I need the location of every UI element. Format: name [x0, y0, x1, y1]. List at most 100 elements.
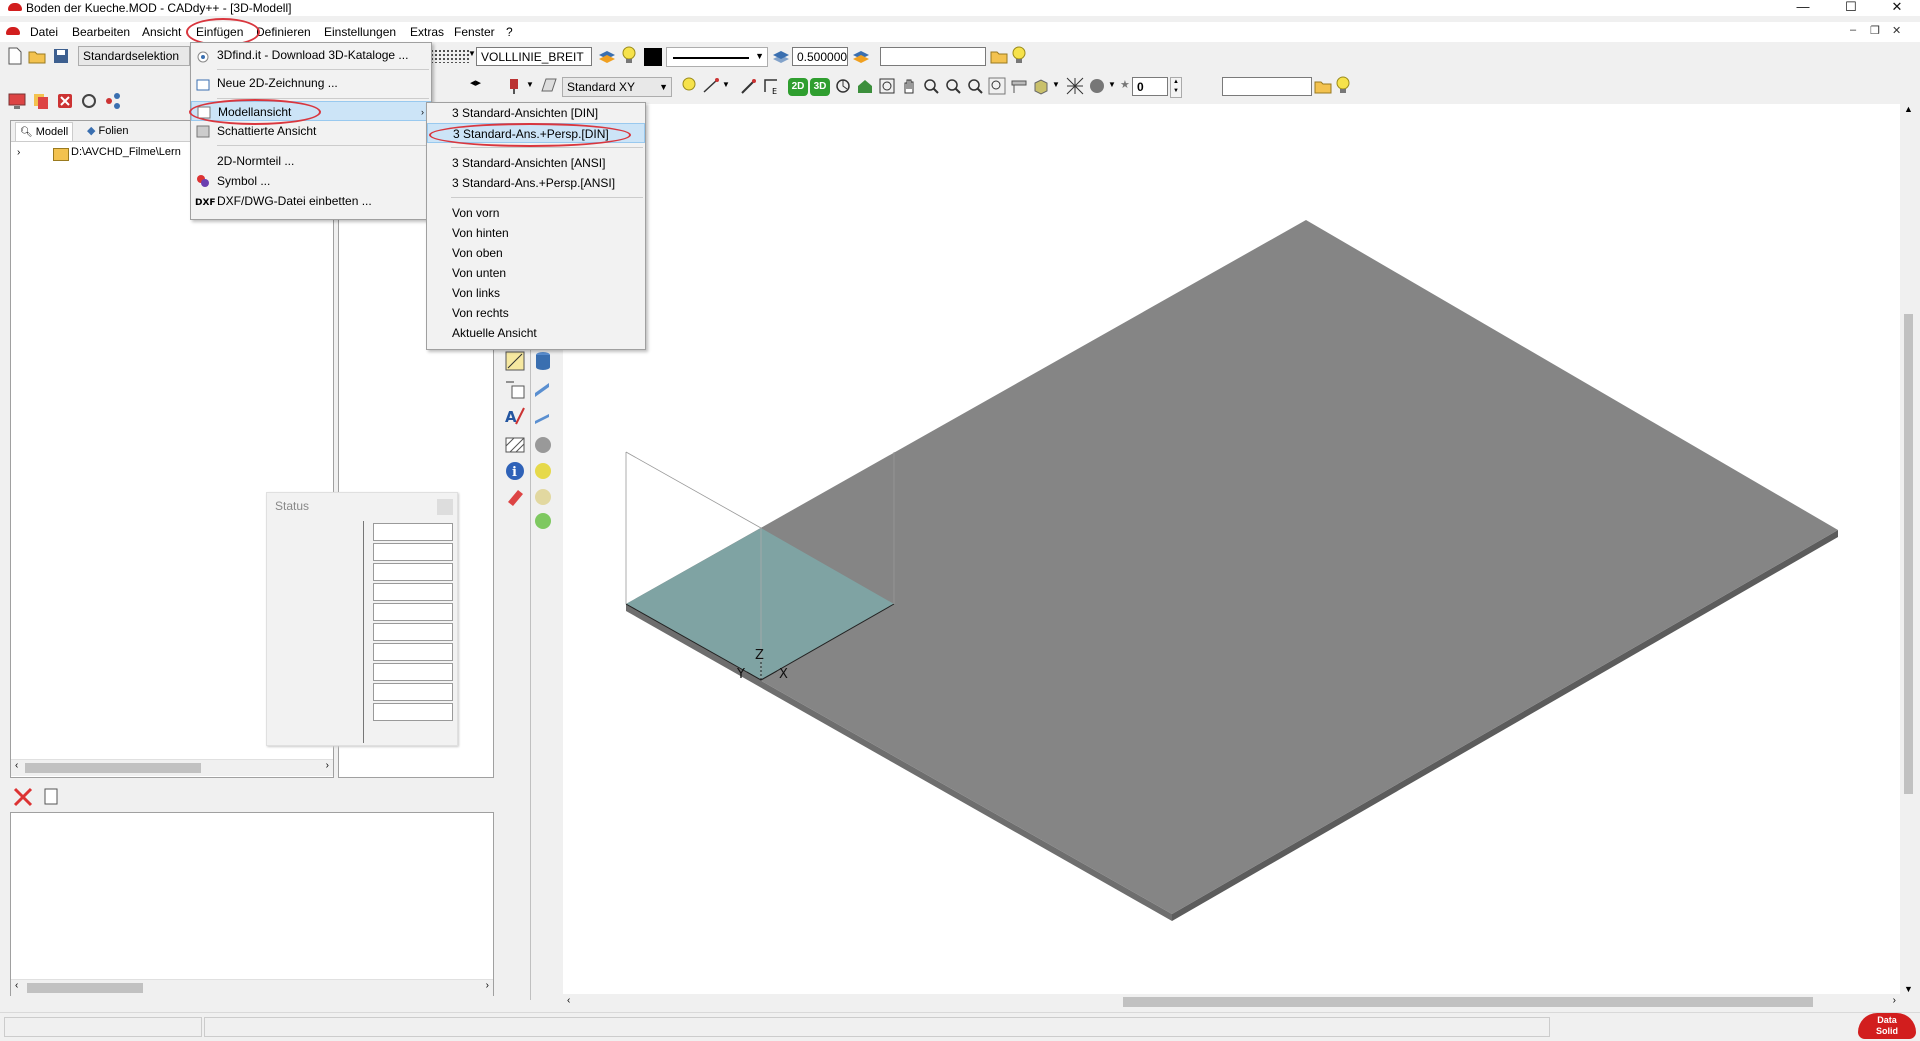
menu-item-2d-normteil[interactable]: 2D-Normteil ...	[191, 151, 431, 171]
status-close-button[interactable]	[437, 499, 453, 515]
chevron-down-icon[interactable]: ▼	[1052, 80, 1060, 89]
menu-item-symbol[interactable]: Symbol ...	[191, 171, 431, 191]
pen-icon[interactable]	[740, 77, 758, 95]
sphere-yellow-icon[interactable]	[532, 460, 556, 482]
menu-bearbeiten[interactable]: Bearbeiten	[70, 25, 132, 39]
bulb-icon-4[interactable]	[1334, 76, 1352, 94]
hatch-icon[interactable]	[504, 434, 528, 456]
snap-icon[interactable]	[702, 77, 720, 95]
tree-path-item[interactable]: D:\AVCHD_Filme\Lern	[71, 146, 181, 158]
sphere-green-icon[interactable]	[532, 510, 556, 532]
submenu-item-aktuelle-ansicht[interactable]: Aktuelle Ansicht	[427, 323, 645, 343]
viewport-horizontal-scrollbar[interactable]: ‹ ›	[563, 994, 1900, 1010]
folder-icon-2[interactable]	[1314, 77, 1332, 95]
delete-red-icon[interactable]	[56, 92, 74, 110]
chevron-down-icon[interactable]: ▼	[526, 80, 534, 89]
cylinder-icon[interactable]	[532, 350, 556, 372]
sphere-cream-icon[interactable]	[532, 486, 556, 508]
tree-scrollbar[interactable]: ‹ ›	[11, 759, 333, 776]
bulb-icon-2[interactable]	[1010, 46, 1028, 64]
status-window[interactable]: Status	[266, 492, 458, 746]
sphere-grey-icon[interactable]	[532, 434, 556, 456]
menu-item-schattierte-ansicht[interactable]: Schattierte Ansicht	[191, 121, 431, 141]
tab-folien[interactable]: ◆ Folien	[83, 122, 133, 140]
maximize-button[interactable]: ☐	[1828, 0, 1874, 16]
sphere-icon[interactable]	[1088, 77, 1106, 95]
rotate-icon[interactable]	[834, 77, 852, 95]
save-icon[interactable]	[52, 47, 70, 65]
mdi-minimize-button[interactable]: –	[1850, 24, 1856, 36]
draw-tool-icon[interactable]	[504, 350, 528, 372]
number-spinner[interactable]: ▲ ▼	[1170, 77, 1182, 98]
info-icon[interactable]: i	[504, 460, 528, 482]
section-icon[interactable]	[1010, 77, 1028, 95]
refresh-icon[interactable]	[80, 92, 98, 110]
zoom-all-icon[interactable]	[966, 77, 984, 95]
paint-icon[interactable]	[506, 77, 524, 95]
number-field[interactable]: 0	[1132, 77, 1168, 96]
minimize-button[interactable]: —	[1780, 0, 1826, 16]
submenu-item-3-standard-persp-ansi[interactable]: 3 Standard-Ans.+Persp.[ANSI]	[427, 173, 645, 193]
expand-icon[interactable]: ›	[17, 147, 20, 158]
close-button[interactable]: ✕	[1874, 0, 1920, 16]
share-icon[interactable]	[104, 92, 122, 110]
extrude-icon[interactable]	[532, 378, 556, 400]
menu-fenster[interactable]: Fenster	[452, 25, 497, 39]
new-file-icon[interactable]	[6, 47, 24, 65]
pan-hand-icon[interactable]	[900, 77, 918, 95]
hatch-pattern-icon[interactable]	[430, 49, 470, 63]
mdi-close-button[interactable]: ✕	[1892, 24, 1901, 37]
bulb-icon-3[interactable]	[680, 77, 698, 95]
beam-icon[interactable]	[532, 406, 556, 428]
wireframe-icon[interactable]	[1066, 77, 1084, 95]
eraser-icon[interactable]	[504, 486, 528, 508]
zoom-out-icon[interactable]	[944, 77, 962, 95]
submenu-item-von-hinten[interactable]: Von hinten	[427, 223, 645, 243]
menu-item-3dfind[interactable]: 3Dfind.it - Download 3D-Kataloge ...	[191, 45, 431, 65]
menu-help[interactable]: ?	[504, 25, 515, 39]
edge-icon[interactable]: E	[762, 77, 780, 96]
linestyle-combo[interactable]: ▼	[666, 47, 768, 67]
zoom-window-icon[interactable]	[878, 77, 896, 95]
submenu-item-von-vorn[interactable]: Von vorn	[427, 203, 645, 223]
3d-viewport[interactable]: Z X Y	[563, 104, 1917, 994]
collapse-arrows-icon[interactable]: ◂▸	[470, 76, 481, 89]
zoom-extents-icon[interactable]	[988, 77, 1006, 95]
folder-icon[interactable]	[990, 47, 1008, 65]
clipboard-icon[interactable]	[42, 786, 60, 805]
submenu-item-von-unten[interactable]: Von unten	[427, 263, 645, 283]
submenu-item-von-oben[interactable]: Von oben	[427, 243, 645, 263]
plane-icon[interactable]	[540, 77, 558, 95]
text-field-2[interactable]	[1222, 77, 1312, 96]
text-field-1[interactable]	[880, 47, 986, 66]
doc-icon[interactable]	[6, 27, 20, 35]
cube-icon[interactable]	[1032, 77, 1050, 95]
open-folder-icon[interactable]	[28, 47, 46, 65]
menu-ansicht[interactable]: Ansicht	[140, 25, 183, 39]
text-tool-icon[interactable]	[504, 378, 528, 400]
mdi-restore-button[interactable]: ❐	[1870, 24, 1880, 37]
plane-combo[interactable]: Standard XY ▼	[562, 77, 672, 97]
linetype-field[interactable]: VOLLLINIE_BREIT	[476, 47, 592, 66]
layers-icon-3[interactable]	[852, 47, 870, 65]
viewport-vertical-scrollbar[interactable]: ▲ ▼	[1900, 104, 1917, 994]
menu-einstellungen[interactable]: Einstellungen	[322, 25, 398, 39]
submenu-item-von-rechts[interactable]: Von rechts	[427, 303, 645, 323]
monitor-icon[interactable]	[8, 92, 26, 110]
layers-icon-2[interactable]	[772, 47, 790, 65]
menu-item-dxf-dwg[interactable]: DXF DXF/DWG-Datei einbetten ...	[191, 191, 431, 211]
view-2d-button[interactable]: 2D	[788, 78, 808, 96]
linewidth-field[interactable]: 0.500000	[792, 47, 848, 66]
view-3d-button[interactable]: 3D	[810, 78, 830, 96]
tab-modell[interactable]: 🔍︎ Modell	[15, 122, 74, 141]
menu-extras[interactable]: Extras	[408, 25, 446, 39]
output-scrollbar[interactable]: ‹ ›	[11, 979, 493, 996]
menu-definieren[interactable]: Definieren	[254, 25, 313, 39]
layers-icon[interactable]	[598, 47, 616, 65]
color-swatch[interactable]	[644, 48, 662, 66]
menu-item-neue-2d-zeichnung[interactable]: Neue 2D-Zeichnung ...	[191, 73, 431, 93]
bulb-icon[interactable]	[620, 46, 638, 64]
submenu-item-3-standard-din[interactable]: 3 Standard-Ansichten [DIN]	[427, 103, 645, 123]
selection-combo[interactable]: Standardselektion	[78, 46, 190, 66]
chevron-down-icon[interactable]: ▼	[1108, 80, 1116, 89]
